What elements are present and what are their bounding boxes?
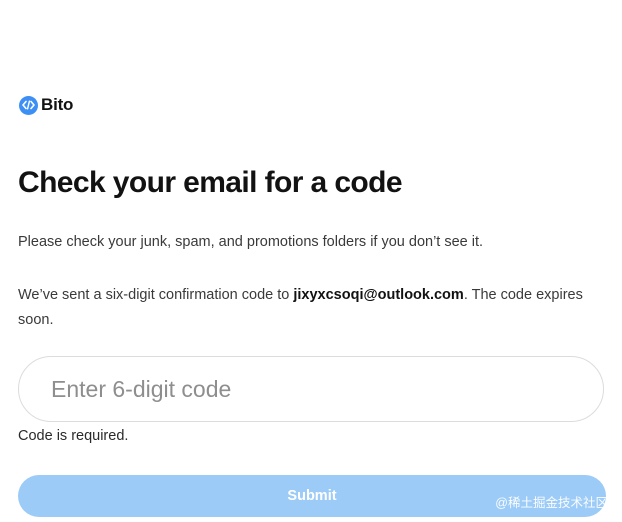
bito-logo: Bito (19, 94, 73, 116)
code-input[interactable] (19, 357, 603, 421)
logo-text: Bito (41, 95, 74, 114)
confirmation-message-prefix: We’ve sent a six-digit confirmation code… (18, 287, 294, 303)
submit-button[interactable]: Submit (18, 475, 606, 517)
code-input-wrapper (18, 356, 604, 422)
page-title: Check your email for a code (18, 166, 403, 199)
code-error-message: Code is required. (18, 428, 129, 444)
confirmation-message: We’ve sent a six-digit confirmation code… (18, 283, 598, 333)
spam-folder-hint: Please check your junk, spam, and promot… (18, 234, 484, 250)
truncated-text-line (18, 517, 418, 522)
code-brackets-icon (19, 95, 38, 115)
recipient-email: jixyxcsoqi@outlook.com (293, 287, 464, 303)
